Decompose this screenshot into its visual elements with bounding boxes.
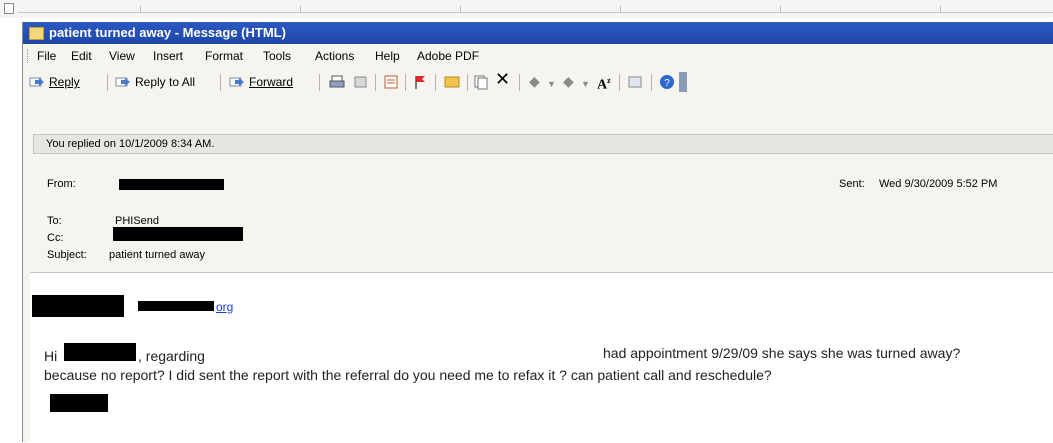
redacted-sender-name [32, 295, 124, 317]
menu-format[interactable]: Format [205, 49, 243, 63]
redacted-email-address [138, 301, 214, 311]
redacted-signature [50, 394, 108, 412]
help-icon[interactable]: ? [659, 74, 675, 90]
appointment-text: had appointment 9/29/09 she says she was… [603, 345, 961, 361]
svg-text:?: ? [664, 78, 670, 89]
address-book-icon[interactable] [443, 74, 461, 90]
forward-icon [229, 77, 244, 87]
ruler-line [18, 12, 1053, 13]
replied-notice: You replied on 10/1/2009 8:34 AM. [46, 138, 215, 150]
cc-label: Cc: [47, 232, 64, 244]
title-bar: patient turned away - Message (HTML) [23, 22, 1053, 44]
font-size-icon[interactable]: Az [597, 72, 611, 95]
ruler-tick [460, 6, 461, 13]
delete-icon[interactable]: ✕ [495, 70, 510, 88]
toolbar-separator [375, 74, 376, 91]
regarding-text: , regarding [138, 348, 205, 364]
background-ruler-strip [0, 0, 1053, 18]
forward-button[interactable]: Forward [229, 73, 293, 91]
redacted-cc-value [113, 227, 243, 241]
standard-toolbar: Reply Reply to All Forward ✕ ◆ ▼ ◆ ▼ Az … [23, 68, 1053, 96]
toolbar-separator [467, 74, 468, 91]
ruler-tick [300, 6, 301, 13]
toolbar-separator [519, 74, 520, 91]
toolbar-separator [319, 74, 320, 91]
to-label: To: [47, 215, 62, 227]
previous-dropdown-icon[interactable]: ▼ [547, 75, 556, 93]
greeting-text: Hi [44, 348, 58, 364]
sent-label: Sent: [839, 178, 865, 190]
reply-icon [29, 77, 44, 87]
reply-button[interactable]: Reply [29, 73, 80, 91]
redacted-from-value [119, 179, 224, 190]
toolbar-grip[interactable] [27, 49, 31, 63]
toolbar-separator [435, 74, 436, 91]
next-item-icon[interactable]: ◆ [563, 72, 574, 90]
ruler-tick [140, 6, 141, 13]
toolbar-separator [619, 74, 620, 91]
menu-tools[interactable]: Tools [263, 49, 291, 63]
menu-bar: File Edit View Insert Format Tools Actio… [23, 44, 1053, 68]
ruler-tick [940, 6, 941, 13]
move-to-folder-icon[interactable] [353, 74, 369, 90]
ruler-tick [780, 6, 781, 13]
previous-item-icon[interactable]: ◆ [529, 72, 540, 90]
forward-label: Forward [249, 75, 294, 89]
to-value: PHISend [115, 215, 160, 227]
email-link-suffix[interactable]: org [216, 300, 233, 314]
report-text: because no report? I did sent the report… [44, 367, 772, 383]
toolbar-separator [107, 74, 108, 91]
reply-all-label: Reply to All [135, 75, 196, 89]
menu-adobe-pdf[interactable]: Adobe PDF [417, 49, 479, 63]
envelope-icon [29, 27, 44, 40]
ruler-corner [4, 3, 14, 14]
toolbar-separator [651, 74, 652, 91]
menu-insert[interactable]: Insert [153, 49, 183, 63]
toolbar-overflow-chevron[interactable] [679, 72, 687, 92]
print-icon[interactable] [329, 74, 345, 90]
toolbar-separator [405, 74, 406, 91]
next-dropdown-icon[interactable]: ▼ [581, 75, 590, 93]
window-title: patient turned away - Message (HTML) [49, 25, 286, 40]
ruler-tick [620, 6, 621, 13]
menu-edit[interactable]: Edit [71, 49, 92, 63]
rules-icon[interactable] [383, 74, 399, 90]
message-body[interactable]: org Hi , regarding had appointment 9/29/… [30, 272, 1053, 443]
subject-value: patient turned away [109, 249, 206, 261]
subject-label: Subject: [47, 249, 87, 261]
reply-all-button[interactable]: Reply to All [115, 73, 195, 91]
menu-view[interactable]: View [109, 49, 135, 63]
from-label: From: [47, 178, 76, 190]
copy-icon[interactable] [473, 74, 489, 90]
menu-help[interactable]: Help [375, 49, 400, 63]
menu-actions[interactable]: Actions [315, 49, 354, 63]
encoding-icon[interactable] [627, 74, 645, 90]
info-bar: You replied on 10/1/2009 8:34 AM. [33, 134, 1053, 154]
reply-all-icon [115, 77, 130, 87]
menu-file[interactable]: File [37, 49, 56, 63]
sent-value: Wed 9/30/2009 5:52 PM [879, 178, 998, 190]
redacted-recipient-name [64, 343, 136, 361]
flag-icon[interactable] [413, 74, 427, 90]
reply-label: Reply [49, 75, 80, 89]
toolbar-separator [220, 74, 221, 91]
